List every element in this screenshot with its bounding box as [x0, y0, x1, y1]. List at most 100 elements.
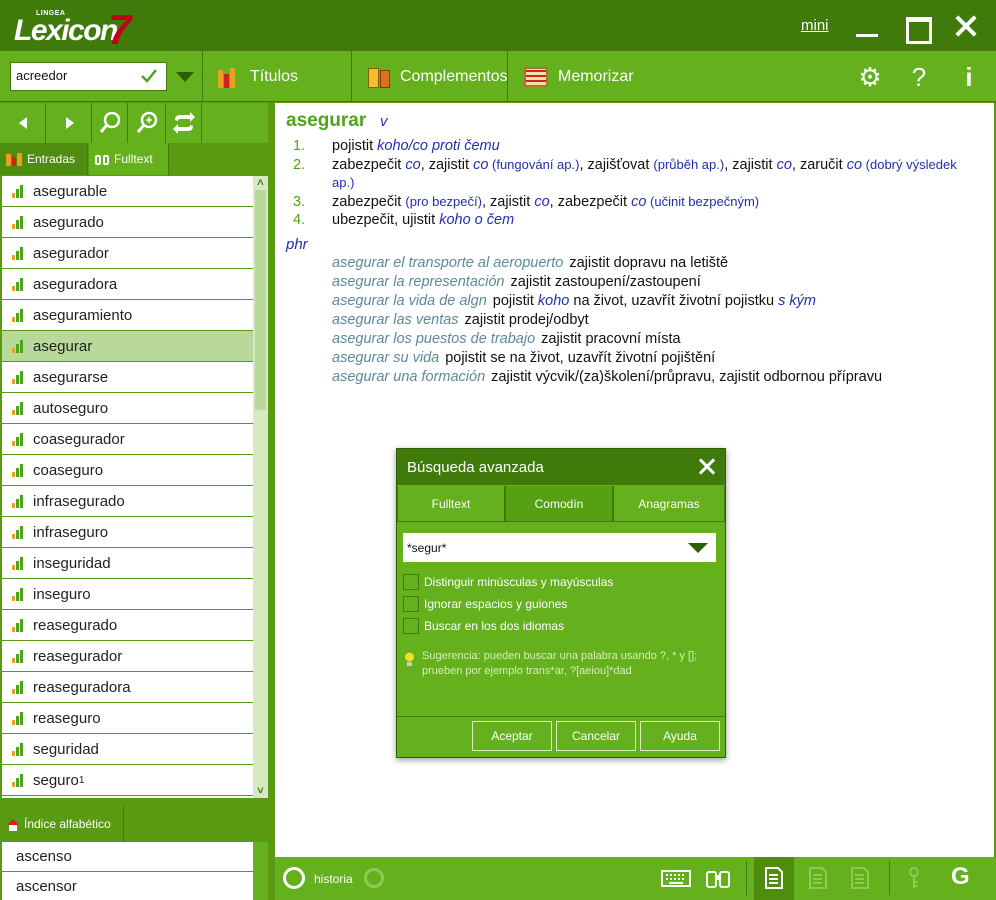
- list-item[interactable]: ascenso: [2, 842, 253, 872]
- house-icon: [7, 818, 19, 831]
- history-forward-icon[interactable]: [364, 868, 384, 888]
- list-item[interactable]: asegurador: [2, 238, 253, 269]
- list-item[interactable]: reasegurado: [2, 610, 253, 641]
- list-item[interactable]: asegurable: [2, 176, 253, 207]
- google-icon[interactable]: G: [951, 863, 970, 891]
- search-input[interactable]: [16, 68, 136, 83]
- back-button[interactable]: [0, 103, 46, 143]
- accept-button[interactable]: Aceptar: [472, 721, 552, 751]
- forward-button[interactable]: [46, 103, 92, 143]
- object-hint: co: [776, 157, 792, 173]
- history-icon[interactable]: [283, 867, 305, 889]
- phrase-source[interactable]: asegurar la representación: [332, 274, 505, 290]
- complementos-label: Complementos: [400, 67, 508, 85]
- frequency-bars-icon: [12, 587, 26, 601]
- search-history-dropdown[interactable]: [176, 72, 194, 82]
- scroll-thumb[interactable]: [255, 190, 266, 410]
- search-button[interactable]: [92, 103, 128, 143]
- sense-number: 1.: [293, 138, 306, 154]
- translation-text: , zajistit: [724, 157, 777, 173]
- phrase-source[interactable]: asegurar su vida: [332, 350, 439, 366]
- advanced-search-button[interactable]: [128, 103, 166, 143]
- binoculars-icon[interactable]: [705, 866, 731, 890]
- complementos-button[interactable]: Complementos: [368, 51, 508, 102]
- help-button[interactable]: Ayuda: [640, 721, 720, 751]
- list-item[interactable]: infrasegurado: [2, 486, 253, 517]
- tab-comodin[interactable]: Comodín: [505, 486, 613, 522]
- alphabetic-index-scrollbar[interactable]: [253, 842, 268, 900]
- info-icon[interactable]: i: [955, 63, 983, 91]
- list-item[interactable]: coaseguro: [2, 455, 253, 486]
- document-icon[interactable]: [850, 866, 870, 890]
- entry-word: asegurado: [33, 213, 104, 231]
- entries-scrollbar[interactable]: ˄ ˅: [253, 176, 268, 798]
- chevron-down-icon[interactable]: [688, 543, 708, 553]
- view-button-active[interactable]: [754, 857, 794, 900]
- cancel-button[interactable]: Cancelar: [556, 721, 636, 751]
- keyboard-icon[interactable]: [661, 866, 691, 890]
- ignore-spaces-checkbox[interactable]: Ignorar espacios y guiones: [403, 596, 567, 612]
- phrase-source[interactable]: asegurar los puestos de trabajo: [332, 331, 535, 347]
- close-icon[interactable]: [697, 457, 717, 477]
- list-item[interactable]: inseguro: [2, 579, 253, 610]
- list-item[interactable]: reasegurador: [2, 641, 253, 672]
- list-item[interactable]: seguro 1: [2, 765, 253, 796]
- scroll-up-icon[interactable]: ˄: [253, 176, 268, 190]
- translation-text: , zabezpečit: [549, 194, 632, 210]
- swap-direction-button[interactable]: [166, 103, 202, 143]
- memorizar-button[interactable]: Memorizar: [524, 51, 634, 102]
- gear-icon[interactable]: ⚙: [856, 63, 884, 91]
- scroll-down-icon[interactable]: ˅: [253, 784, 268, 798]
- phrase-source[interactable]: asegurar el transporte al aeropuerto: [332, 255, 563, 271]
- checkbox-box[interactable]: [403, 574, 419, 590]
- minimize-button[interactable]: [853, 12, 881, 40]
- mini-mode-button[interactable]: mini: [801, 17, 829, 34]
- list-item[interactable]: aseguramiento: [2, 300, 253, 331]
- list-item[interactable]: seguridad: [2, 734, 253, 765]
- object-hint: co: [534, 194, 550, 210]
- pattern-select[interactable]: *segur*: [403, 533, 716, 562]
- titulos-button[interactable]: Títulos: [218, 51, 298, 102]
- translation-text: , zajišťovat: [579, 157, 654, 173]
- tab-fulltext[interactable]: Fulltext: [89, 143, 169, 175]
- key-icon[interactable]: [905, 866, 923, 890]
- case-sensitive-checkbox[interactable]: Distinguir minúsculas y mayúsculas: [403, 574, 613, 590]
- frequency-bars-icon: [12, 308, 26, 322]
- alphabetic-index-list: ascenso ascensor: [2, 842, 253, 900]
- document-icon[interactable]: [808, 866, 828, 890]
- entry-word: infraseguro: [33, 523, 109, 541]
- history-label[interactable]: historia: [314, 872, 353, 886]
- brand-number: 7: [108, 6, 132, 53]
- tab-fulltext[interactable]: Fulltext: [397, 486, 505, 522]
- list-item[interactable]: asegurar: [2, 331, 253, 362]
- list-item[interactable]: asegurarse: [2, 362, 253, 393]
- list-item[interactable]: coasegurador: [2, 424, 253, 455]
- zoom-plus-icon: [136, 111, 158, 133]
- phrase-source[interactable]: asegurar una formación: [332, 369, 485, 385]
- both-languages-checkbox[interactable]: Buscar en los dos idiomas: [403, 618, 564, 634]
- entry-word: seguro: [33, 771, 79, 789]
- navigation-bar: [0, 103, 268, 143]
- checkbox-box[interactable]: [403, 618, 419, 634]
- list-item[interactable]: asegurado: [2, 207, 253, 238]
- list-item[interactable]: reaseguradora: [2, 672, 253, 703]
- tab-anagramas[interactable]: Anagramas: [613, 486, 725, 522]
- phrase-source[interactable]: asegurar las ventas: [332, 312, 459, 328]
- maximize-button[interactable]: [903, 12, 932, 44]
- checkbox-box[interactable]: [403, 596, 419, 612]
- list-item[interactable]: reaseguro: [2, 703, 253, 734]
- translation-text: , zajistit: [481, 194, 535, 210]
- phrase-source[interactable]: asegurar la vida de algn: [332, 293, 487, 309]
- phrase-translation: pojistit koho na život, uzavřít životní …: [493, 293, 816, 309]
- list-item[interactable]: inseguridad: [2, 548, 253, 579]
- tab-entradas[interactable]: Entradas: [0, 143, 88, 175]
- list-item[interactable]: ascensor: [2, 872, 253, 900]
- tab-alphabetic-index[interactable]: Índice alfabético: [0, 806, 124, 842]
- list-item[interactable]: autoseguro: [2, 393, 253, 424]
- alphabetic-index-label: Índice alfabético: [24, 817, 111, 831]
- check-icon[interactable]: [140, 67, 158, 85]
- help-icon[interactable]: ?: [905, 63, 933, 91]
- list-item[interactable]: infraseguro: [2, 517, 253, 548]
- list-item[interactable]: aseguradora: [2, 269, 253, 300]
- close-button[interactable]: [952, 12, 980, 40]
